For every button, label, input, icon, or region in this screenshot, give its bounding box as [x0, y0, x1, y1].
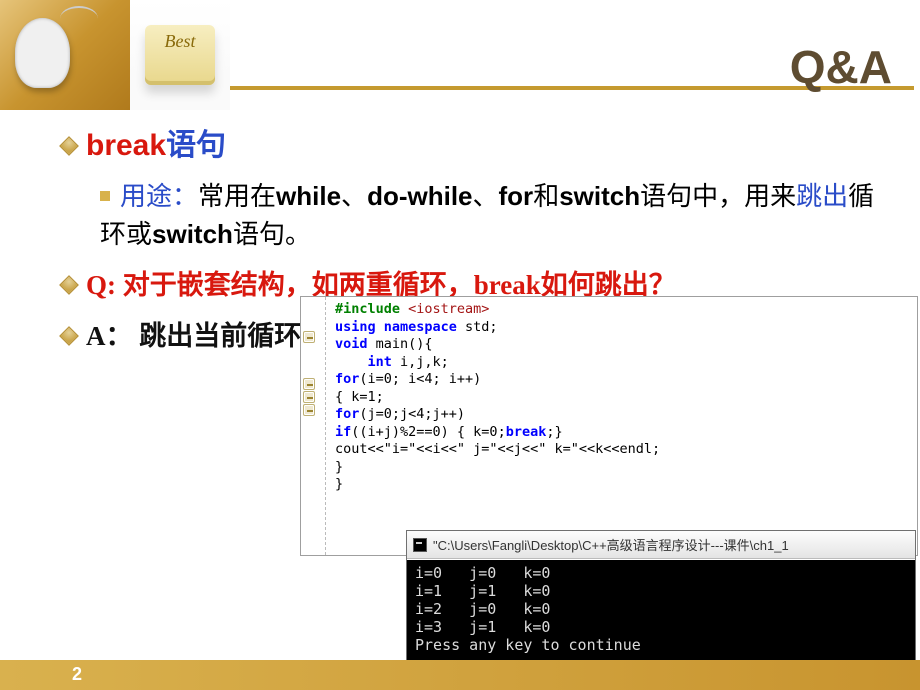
console-title-text: "C:\Users\Fangli\Desktop\C++高级语言程序设计---课…: [433, 535, 789, 554]
console-window: "C:\Users\Fangli\Desktop\C++高级语言程序设计---课…: [406, 530, 916, 670]
keycap-label: Best: [145, 25, 215, 85]
diamond-bullet-icon: [59, 326, 79, 346]
diamond-bullet-icon: [59, 136, 79, 156]
usage-line: 用途：常用在while、do-while、for和switch语句中，用来跳出循…: [100, 178, 900, 253]
header-divider: [0, 86, 914, 90]
diamond-bullet-icon: [59, 275, 79, 295]
console-icon: [413, 538, 427, 552]
console-output: i=0 j=0 k=0i=1 j=1 k=0i=2 j=0 k=0i=3 j=1…: [407, 559, 915, 669]
break-heading: break语句: [62, 120, 900, 164]
fold-icon: [303, 378, 315, 390]
fold-margin: [303, 303, 321, 416]
code-editor: #include <iostream> using namespace std;…: [300, 296, 918, 556]
page-number: 2: [72, 664, 82, 685]
mouse-image: [0, 0, 130, 110]
fold-icon: [303, 404, 315, 416]
header-images: Best: [0, 0, 230, 110]
page-title: Q&A: [790, 40, 892, 94]
slide-footer: 2: [0, 660, 920, 690]
fold-icon: [303, 391, 315, 403]
keycap-image: Best: [130, 0, 230, 110]
console-titlebar: "C:\Users\Fangli\Desktop\C++高级语言程序设计---课…: [407, 531, 915, 559]
fold-icon: [303, 331, 315, 343]
square-bullet-icon: [100, 191, 110, 201]
